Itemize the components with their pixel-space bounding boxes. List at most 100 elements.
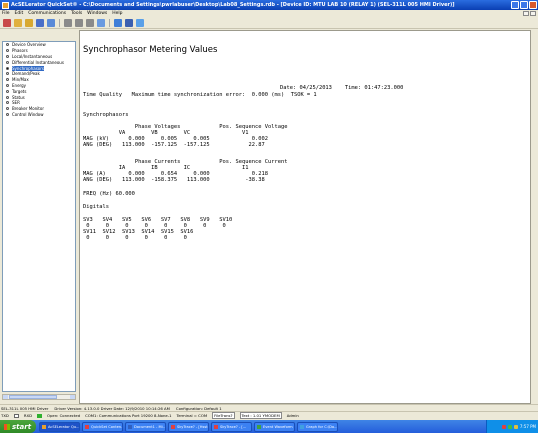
child-window-controls xyxy=(523,11,536,16)
scroll-thumb[interactable] xyxy=(9,395,57,399)
tx-label: TXD xyxy=(1,413,9,418)
toolbar-separator xyxy=(109,18,110,27)
navigation-pane: Device Overview Phasors Local/Instantaneou… xyxy=(0,30,79,431)
port-settings: COM1: Communications Port 19200 8-None-1 xyxy=(85,413,172,418)
taskbar-button-label: AcSELerator Qu... xyxy=(48,424,80,429)
driver-name: SEL-311L 005 HMI Driver xyxy=(1,405,49,411)
settings-icon[interactable] xyxy=(47,18,55,27)
taskbar-button-label: SkyTrace? - [... xyxy=(220,424,247,429)
taskbar-button-label: SkyTrace? - [Hsst... xyxy=(177,424,209,429)
taskbar-button[interactable]: Event Waveform xyxy=(254,421,295,432)
tree-item-label: Differential Instantaneous xyxy=(12,59,64,65)
toolbar xyxy=(0,17,538,29)
print-icon[interactable] xyxy=(86,18,94,27)
folder-icon[interactable] xyxy=(25,18,33,27)
send-icon[interactable] xyxy=(75,18,83,27)
radio-icon xyxy=(6,60,9,64)
menu-help[interactable]: Help xyxy=(112,11,122,16)
tree-item-label: Device Overview xyxy=(12,42,46,48)
tree-item-label: SER xyxy=(12,100,20,106)
window-controls xyxy=(511,1,537,9)
configuration: Configuration: Default 1 xyxy=(175,405,222,411)
tree-item-label: Synchrophasors xyxy=(12,65,44,71)
scroll-right-arrow[interactable] xyxy=(70,395,75,399)
meter-tree: Device Overview Phasors Local/Instantaneou… xyxy=(2,41,76,392)
tray-icon[interactable] xyxy=(507,424,512,429)
menu-bar: File Edit Communications Tools Windows H… xyxy=(0,10,538,17)
tree-item-label: Control Window xyxy=(12,111,44,117)
file-transfer-status: FileTrans? xyxy=(212,412,235,419)
child-close-button[interactable] xyxy=(530,11,536,16)
connect-icon[interactable] xyxy=(114,18,122,27)
taskbar: start AcSELerator Qu... QuickSet Conten..… xyxy=(0,420,538,433)
voltage-table: Phase Voltages Pos. Sequence Voltage VA … xyxy=(83,124,288,149)
taskbar-button-label: Event Waveform xyxy=(263,424,293,429)
taskbar-button[interactable]: QuickSet Conten... xyxy=(82,421,123,432)
status-bar-comms: TXD RXD Open: Connected COM1: Communicat… xyxy=(0,411,538,419)
tree-item-label: Min/Max xyxy=(12,77,29,83)
start-button[interactable]: start xyxy=(0,420,36,433)
menu-edit[interactable]: Edit xyxy=(15,11,24,16)
taskbar-button-label: QuickSet Conten... xyxy=(91,424,123,429)
child-minimize-button[interactable] xyxy=(523,11,529,16)
taskbar-tasks: AcSELerator Qu... QuickSet Conten... Docum… xyxy=(39,421,338,432)
synchrophasors-heading: Synchrophasors xyxy=(83,112,129,118)
clock: 7:57 PM xyxy=(519,424,536,429)
save-icon[interactable] xyxy=(36,18,44,27)
content-vertical-scrollbar[interactable] xyxy=(531,30,538,404)
read-icon[interactable] xyxy=(64,18,72,27)
taskbar-button[interactable]: SkyTrace? - [... xyxy=(211,421,252,432)
tree-item-label: Demand/Peak xyxy=(12,71,40,77)
taskbar-button-label: Document1 - Mi... xyxy=(134,424,166,429)
close-button[interactable] xyxy=(529,1,537,9)
app-icon xyxy=(42,424,46,429)
tree-item-label: Breaker Monitor xyxy=(12,106,44,112)
tree-horizontal-scrollbar[interactable] xyxy=(2,394,76,400)
access-level: Admin xyxy=(286,413,299,418)
page-title: Synchrophasor Metering Values xyxy=(83,45,218,55)
windows-flag-icon xyxy=(4,423,10,430)
menu-file[interactable]: File xyxy=(2,11,10,16)
tree-item-label: Phasors xyxy=(12,48,28,54)
start-label: start xyxy=(12,422,32,431)
tray-icon[interactable] xyxy=(513,424,518,429)
open-icon[interactable] xyxy=(14,18,22,27)
radio-icon xyxy=(6,107,9,111)
menu-tools[interactable]: Tools xyxy=(71,11,82,16)
system-tray: 7:57 PM xyxy=(486,420,538,433)
hmi-icon[interactable] xyxy=(136,18,144,27)
driver-version: Driver Version: 4.13.0.0 Driver Date: 12… xyxy=(54,405,170,411)
radio-icon xyxy=(6,89,9,93)
toolbar-separator xyxy=(59,18,60,27)
title-bar: AcSELerator QuickSet® - C:\Documents and… xyxy=(0,0,538,10)
digitals-table: SV3 SV4 SV5 SV6 SV7 SV8 SV9 SV10 0 0 0 0… xyxy=(83,217,233,242)
menu-communications[interactable]: Communications xyxy=(28,11,66,16)
tray-icon[interactable] xyxy=(501,424,506,429)
tree-item-label: Local/Instantaneous xyxy=(12,53,53,59)
menu-windows[interactable]: Windows xyxy=(87,11,107,16)
terminal-icon[interactable] xyxy=(125,18,133,27)
radio-icon xyxy=(6,83,9,87)
radio-icon xyxy=(6,49,9,53)
app-icon xyxy=(85,424,89,429)
terminal-status: Terminal = COM xyxy=(176,413,208,418)
text-protocol-status: Text : 1.01 YMODEM xyxy=(239,412,282,419)
minimize-button[interactable] xyxy=(511,1,519,9)
taskbar-button[interactable]: Document1 - Mi... xyxy=(125,421,166,432)
app-icon xyxy=(214,424,218,429)
radio-icon xyxy=(6,72,9,76)
current-table: Phase Currents Pos. Sequence Current IA … xyxy=(83,159,288,184)
time-quality: Time Quality Maximum time synchronizatio… xyxy=(83,92,317,98)
taskbar-button[interactable]: Graph for C:\Do... xyxy=(297,421,338,432)
app-icon xyxy=(128,424,132,429)
tree-item[interactable]: Control Window xyxy=(3,112,75,118)
taskbar-button[interactable]: AcSELerator Qu... xyxy=(39,421,80,432)
help-icon[interactable] xyxy=(97,18,105,27)
new-icon[interactable] xyxy=(3,18,11,27)
radio-icon xyxy=(6,54,9,58)
taskbar-button[interactable]: SkyTrace? - [Hsst... xyxy=(168,421,209,432)
maximize-button[interactable] xyxy=(520,1,528,9)
scroll-left-arrow[interactable] xyxy=(3,395,8,399)
radio-icon xyxy=(6,112,9,116)
window-title: AcSELerator QuickSet® - C:\Documents and… xyxy=(11,2,455,8)
